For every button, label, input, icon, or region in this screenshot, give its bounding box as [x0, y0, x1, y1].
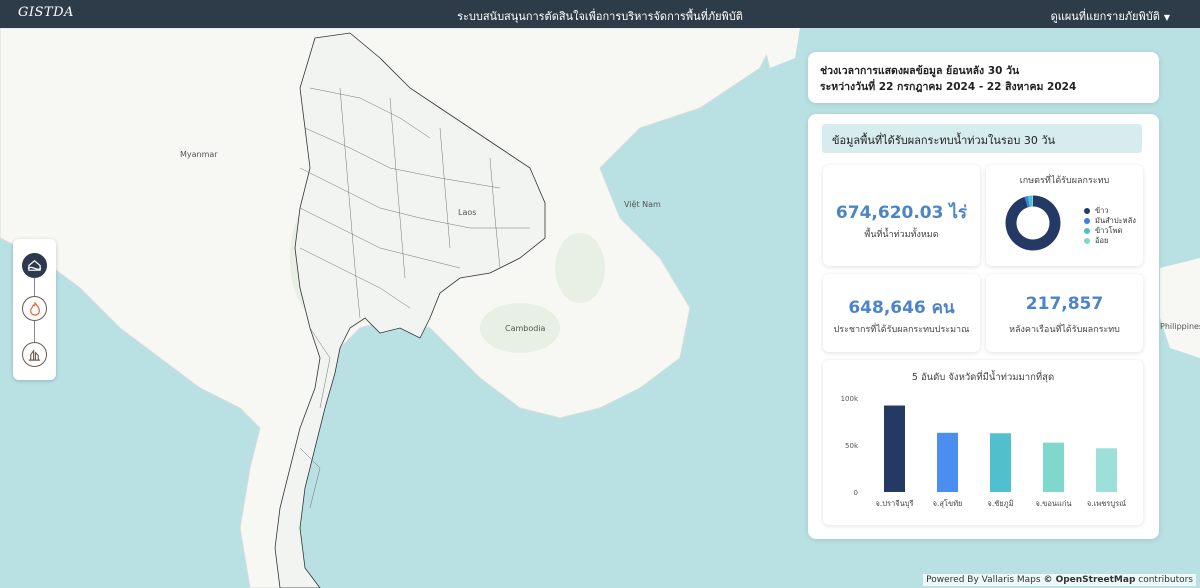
x-tick-label: จ.ปราจีนบุรี — [875, 499, 913, 508]
y-tick-label: 100k — [841, 395, 859, 403]
flooded-area-label: พื้นที่น้ำท่วมทั้งหมด — [864, 230, 939, 240]
legend-dot — [1084, 208, 1090, 214]
map-label-vietnam: Việt Nam — [624, 200, 661, 209]
legend-dot — [1084, 218, 1090, 224]
agriculture-donut-legend: ข้าว มันสำปะหลัง ข้าวโพด อ้อย — [1084, 206, 1136, 246]
households-label: หลังคาเรือนที่ได้รับผลกระทบ — [1009, 325, 1120, 335]
top-provinces-bar-chart: 100k 50k 0 จ.ปราจีนบุรี จ.สุโขทัย จ.ชัยภูมิ จ.… — [841, 395, 1127, 508]
flood-info-card: ข้อมูลพื้นที่ได้รับผลกระทบน้ำท่วมในรอบ 3… — [808, 114, 1159, 539]
bar-4[interactable] — [1096, 448, 1117, 492]
date-range-line1: ช่วงเวลาการแสดงผลข้อมูล ย้อนหลัง 30 วัน — [820, 65, 1020, 77]
households-card: 217,857 หลังคาเรือนที่ได้รับผลกระทบ — [986, 274, 1143, 352]
x-tick-label: จ.สุโขทัย — [933, 499, 963, 508]
agriculture-donut-title: เกษตรที่ได้รับผลกระทบ — [1019, 176, 1110, 186]
map-label-philippines: Philippines — [1160, 322, 1200, 331]
flood-icon — [27, 260, 42, 271]
map-label-myanmar: Myanmar — [180, 150, 218, 159]
legend-dot — [1084, 228, 1090, 234]
map-label-laos: Laos — [458, 208, 477, 217]
donut-legend-item[interactable]: ข้าวโพด — [1084, 226, 1136, 236]
agriculture-donut-chart — [1005, 195, 1061, 251]
donut-slice-0[interactable] — [1005, 195, 1061, 251]
donut-legend-item[interactable]: อ้อย — [1084, 236, 1136, 246]
flooded-area-value: 674,620.03 ไร่ — [835, 203, 968, 223]
attribution-osm-link[interactable]: © OpenStreetMap — [1043, 575, 1135, 585]
x-tick-label: จ.ชัยภูมิ — [987, 499, 1013, 508]
page-title: ระบบสนับสนุนการตัดสินใจเพื่อการบริหารจัด… — [457, 10, 743, 23]
flood-layer-button[interactable] — [22, 253, 47, 278]
disaster-type-selector — [13, 239, 56, 380]
attribution-prefix: Powered By Vallaris Maps — [926, 575, 1041, 585]
map-attribution: Powered By Vallaris Maps © OpenStreetMap… — [923, 574, 1196, 586]
y-tick-label: 0 — [854, 489, 858, 497]
date-range-card: ช่วงเวลาการแสดงผลข้อมูล ย้อนหลัง 30 วัน … — [808, 52, 1159, 103]
map-label-cambodia: Cambodia — [505, 324, 546, 333]
legend-label: อ้อย — [1095, 236, 1109, 245]
disaster-map-dropdown-label: ดูแผนที่แยกรายภัยพิบัติ — [1050, 10, 1160, 23]
population-card: 648,646 คน ประชากรที่ได้รับผลกระทบประมาณ — [823, 274, 980, 352]
legend-dot — [1084, 238, 1090, 244]
caret-down-icon: ▼ — [1163, 12, 1170, 22]
x-tick-label: จ.เพชรบูรณ์ — [1087, 499, 1126, 508]
y-tick-label: 50k — [845, 442, 859, 450]
agriculture-donut-card: เกษตรที่ได้รับผลกระทบ ข้าว มันสำปะหลัง ข้า… — [986, 165, 1143, 266]
drought-icon — [28, 349, 41, 361]
donut-slice-1[interactable] — [1024, 195, 1030, 208]
attribution-suffix: contributors — [1138, 575, 1193, 585]
population-label: ประชากรที่ได้รับผลกระทบประมาณ — [833, 325, 970, 335]
disaster-map-dropdown[interactable]: ดูแผนที่แยกรายภัยพิบัติ ▼ — [1051, 7, 1170, 25]
bar-3[interactable] — [1043, 442, 1064, 492]
population-value: 648,646 คน — [848, 298, 955, 318]
top-provinces-bar-card: 5 อันดับ จังหวัดที่มีน้ำท่วมมากที่สุด 10… — [823, 360, 1143, 525]
top-navbar: GISTDA ระบบสนับสนุนการตัดสินใจเพื่อการบร… — [0, 0, 1200, 28]
households-value: 217,857 — [1025, 294, 1104, 314]
flood-info-header: ข้อมูลพื้นที่ได้รับผลกระทบน้ำท่วมในรอบ 3… — [822, 124, 1142, 153]
fire-icon — [29, 301, 40, 316]
bar-0[interactable] — [884, 405, 905, 492]
fire-layer-button[interactable] — [22, 296, 47, 321]
bar-1[interactable] — [937, 432, 958, 492]
x-tick-label: จ.ขอนแก่น — [1035, 499, 1071, 508]
date-range-line2: ระหว่างวันที่ 22 กรกฎาคม 2024 - 22 สิงหา… — [820, 81, 1077, 93]
drought-layer-button[interactable] — [22, 342, 47, 367]
bar-2[interactable] — [990, 433, 1011, 492]
flooded-area-card: 674,620.03 ไร่ พื้นที่น้ำท่วมทั้งหมด — [823, 165, 980, 266]
